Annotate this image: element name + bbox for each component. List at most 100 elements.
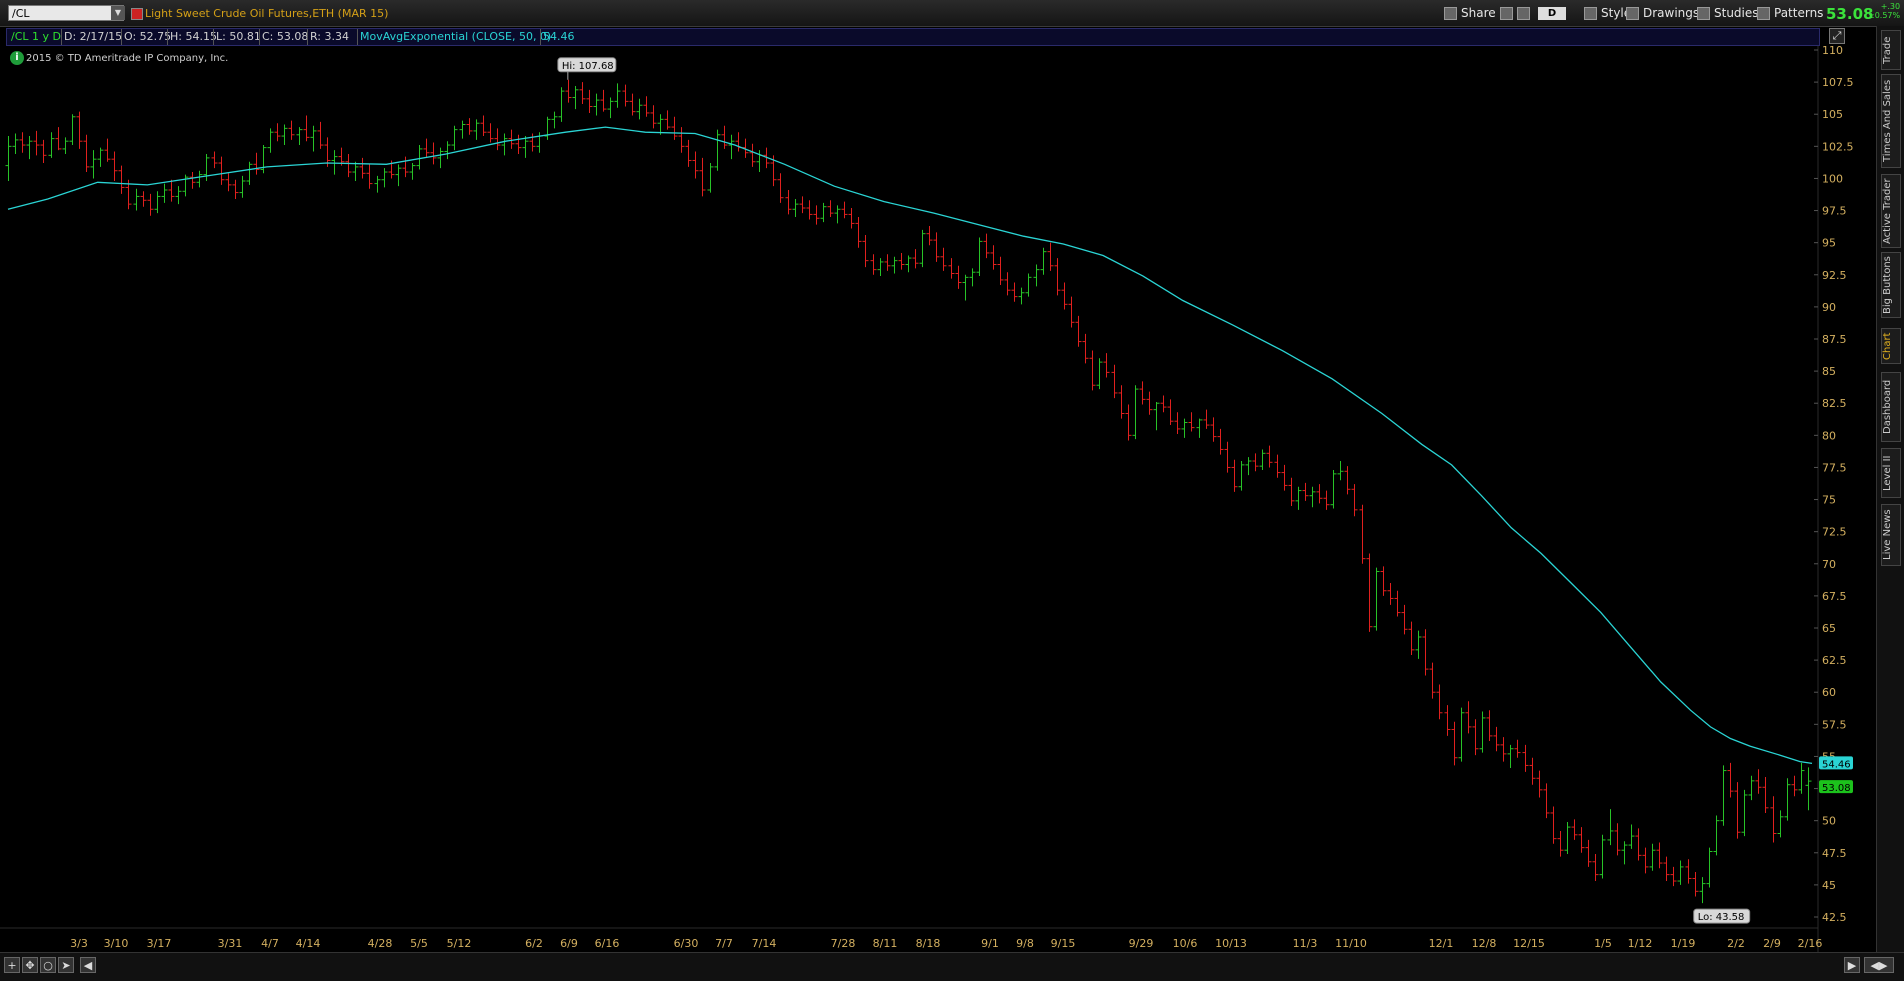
ohlc-bar: [1685, 859, 1692, 884]
ohlc-bar: [1507, 744, 1514, 769]
chart-window: /CL ▼ Light Sweet Crude Oil Futures,ETH …: [0, 0, 1904, 981]
sidebar-tab-dashboard[interactable]: Dashboard: [1881, 372, 1901, 442]
x-tick-label: 5/5: [410, 937, 428, 950]
ohlc-bar: [267, 128, 274, 153]
ohlc-bar: [834, 205, 841, 224]
y-tick-label: 107.5: [1822, 76, 1854, 89]
sidebar-tab-chart[interactable]: Chart: [1881, 328, 1901, 364]
ohlc-bar: [260, 145, 267, 174]
y-tick-label: 85: [1822, 365, 1836, 378]
chart-zoom-button[interactable]: ⤢: [1829, 28, 1845, 44]
ohlc-bar: [1068, 296, 1075, 328]
ohlc-bar: [1351, 484, 1358, 517]
ohlc-bar: [437, 147, 444, 169]
scroll-right-icon[interactable]: ▶: [1844, 957, 1860, 973]
wrench-icon: [1517, 6, 1530, 20]
ohlc-bar: [1628, 824, 1635, 849]
ohlc-bar: [1543, 783, 1550, 819]
scroll-left-icon[interactable]: ◀: [80, 957, 96, 973]
ohlc-bar: [1514, 739, 1521, 758]
y-tick-label: 65: [1822, 622, 1836, 635]
ohlc-bar: [1741, 789, 1748, 837]
ohlc-bar: [225, 173, 232, 192]
ohlc-bar: [310, 125, 317, 152]
sidebar-tab-big-buttons[interactable]: Big Buttons: [1881, 252, 1901, 318]
ohlc-bar: [1571, 819, 1578, 840]
pointer-icon[interactable]: ➤: [58, 957, 74, 973]
ohlc-bar: [1614, 823, 1621, 856]
ohlc-bar: [69, 114, 76, 146]
ohlc-bar: [1670, 866, 1677, 887]
sidebar-tab-trade[interactable]: Trade: [1881, 30, 1901, 70]
ohlc-bar: [1380, 566, 1387, 596]
ohlc-bar: [643, 96, 650, 117]
share-button[interactable]: Share: [1444, 4, 1496, 22]
ohlc-bar: [1472, 719, 1479, 756]
ohlc-bar: [1174, 412, 1181, 435]
instrument-title: Light Sweet Crude Oil Futures,ETH (MAR 1…: [145, 7, 389, 20]
ohlc-bar: [1125, 404, 1132, 441]
ohlc-bar: [1096, 358, 1103, 390]
ohlc-bar: [409, 163, 416, 180]
studies-label: Studies: [1714, 6, 1759, 20]
patterns-button[interactable]: Patterns: [1757, 4, 1823, 22]
ohlc-bar: [253, 152, 260, 175]
ohlc-bar: [1245, 457, 1252, 476]
ohlc-bar: [1210, 417, 1217, 442]
chart-settings-icon: [1500, 6, 1513, 20]
ohlc-bar: [685, 139, 692, 167]
ohlc-bar: [1217, 428, 1224, 455]
studies-button[interactable]: Studies: [1697, 4, 1759, 22]
ohlc-bar: [1302, 482, 1309, 501]
ohlc-bar: [1266, 445, 1273, 468]
symbol-input[interactable]: /CL: [8, 5, 124, 21]
ohlc-bar: [1529, 757, 1536, 785]
ohlc-bar: [26, 136, 33, 160]
ohlc-bar: [551, 111, 558, 129]
y-tick-label: 110: [1822, 46, 1843, 57]
y-tick-label: 92.5: [1822, 269, 1847, 282]
ohlc-bar: [522, 136, 529, 158]
ohlc-bar: [1316, 484, 1323, 504]
ohlc-bar: [891, 256, 898, 274]
sidebar-tab-active-trader[interactable]: Active Trader: [1881, 174, 1901, 248]
ema-value-label: 54.46: [1822, 759, 1851, 770]
x-tick-label: 3/3: [70, 937, 88, 950]
drawings-button[interactable]: Drawings: [1626, 4, 1699, 22]
ohlc-bar: [1436, 684, 1443, 720]
period-label[interactable]: /CL 1 y D: [9, 29, 63, 45]
ohlc-bar: [218, 156, 225, 185]
x-tick-label: 2/16: [1798, 937, 1823, 950]
ohlc-bar: [76, 111, 83, 149]
tools-button[interactable]: [1500, 4, 1530, 22]
expand-icon[interactable]: ◀▶: [1864, 957, 1894, 973]
price-chart[interactable]: 110 107.5 105 102.5 100 97.5 95 92.5 90 87.5 85 82.…: [0, 46, 1876, 952]
drawings-label: Drawings: [1643, 6, 1700, 20]
x-tick-label: 4/7: [261, 937, 279, 950]
aggregation-button[interactable]: D: [1538, 4, 1566, 22]
zoom-icon[interactable]: ○: [40, 957, 56, 973]
symbol-dropdown-icon[interactable]: ▼: [111, 6, 125, 20]
ohlc-bar: [33, 130, 40, 156]
pan-icon[interactable]: ✥: [22, 957, 38, 973]
ohlc-bar: [650, 105, 657, 129]
ohlc-bar: [855, 216, 862, 248]
y-tick-label: 70: [1822, 558, 1836, 571]
crosshair-icon[interactable]: +: [4, 957, 20, 973]
sidebar-tab-live-news[interactable]: Live News: [1881, 504, 1901, 566]
y-tick-label: 97.5: [1822, 205, 1847, 218]
ohlc-bar: [1798, 762, 1805, 794]
ohlc-bar: [1011, 282, 1018, 302]
ohlc-bar: [1025, 273, 1032, 297]
ohlc-bar: [1585, 839, 1592, 867]
style-button[interactable]: Style: [1584, 4, 1631, 22]
study-label[interactable]: MovAvgExponential (CLOSE, 50, 0): [357, 29, 553, 45]
sidebar-tab-times-and-sales[interactable]: Times And Sales: [1881, 74, 1901, 168]
ohlc-bar: [898, 252, 905, 270]
ohlc-bar: [12, 133, 19, 155]
sidebar-tab-level-ii[interactable]: Level II: [1881, 448, 1901, 498]
x-tick-label: 12/8: [1472, 937, 1497, 950]
y-tick-label: 42.5: [1822, 911, 1847, 924]
ohlc-bar: [161, 183, 168, 203]
ohlc-bar: [1238, 461, 1245, 491]
